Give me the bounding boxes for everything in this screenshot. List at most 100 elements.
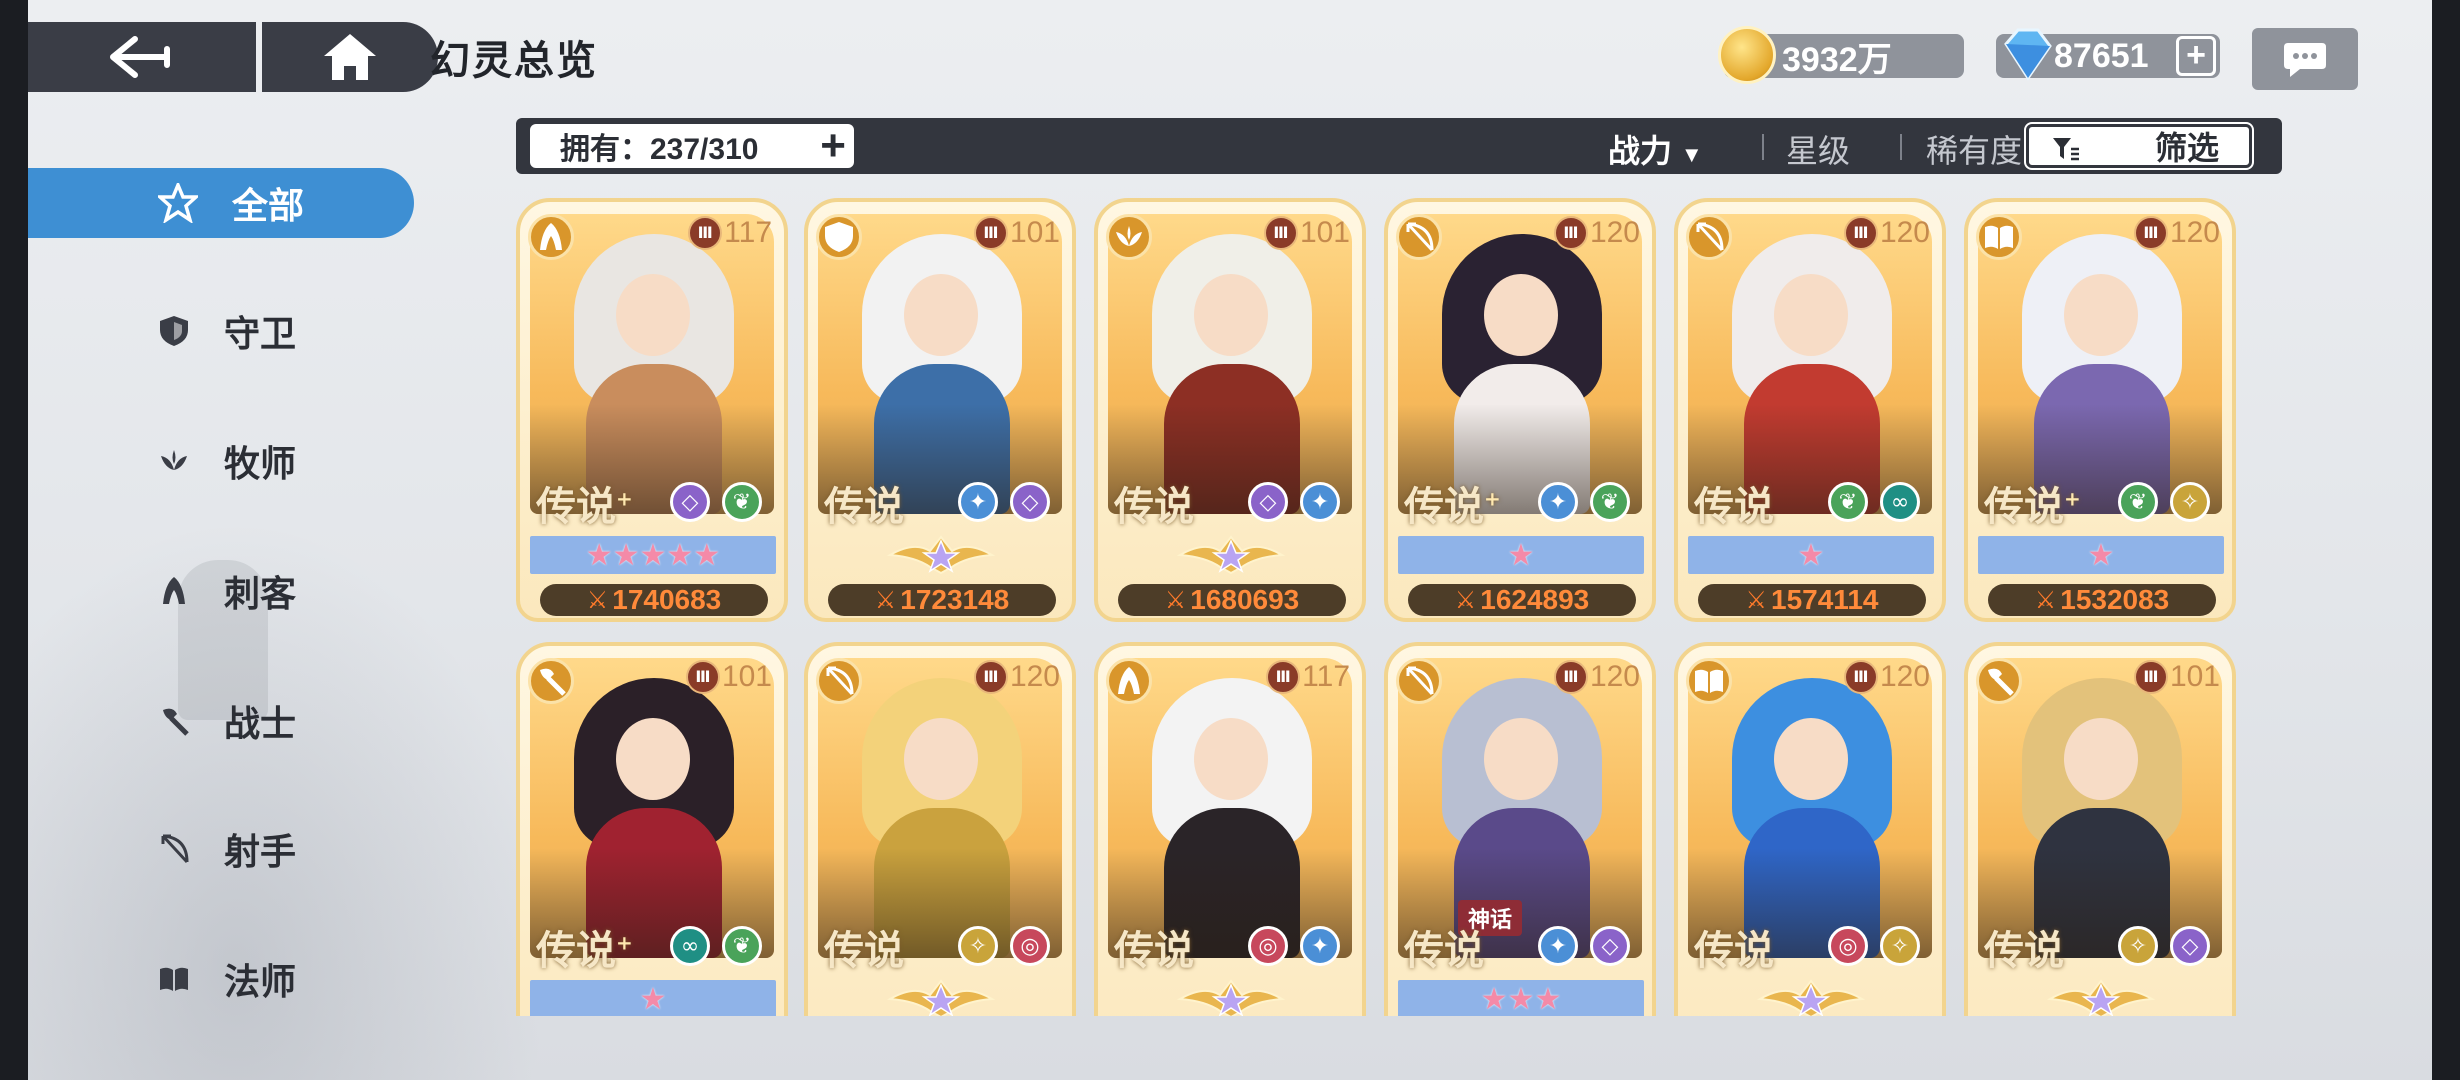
character-card[interactable]: Ⅲ 101 传说 ◇ ✦ ⚔ 1680693 (1094, 198, 1366, 622)
character-portrait (1978, 214, 2222, 514)
gold-counter[interactable]: 3932万 (1718, 26, 1964, 84)
power-number: 1624893 (1480, 584, 1590, 615)
star-rating: ★★★ (1398, 980, 1644, 1016)
star-rating: ★ (1688, 536, 1934, 574)
tier-icon: Ⅲ (1553, 660, 1588, 694)
rarity-plus: + (1484, 486, 1501, 511)
character-card[interactable]: Ⅲ 101 传说 ✦ ◇ ⚔ 1723148 (804, 198, 1076, 622)
stars: ★★★★★ (585, 538, 721, 572)
wing-icon: ✧ (1880, 926, 1920, 966)
portrait-face (904, 274, 978, 356)
portrait-face (1774, 718, 1848, 800)
character-portrait (530, 214, 774, 514)
level-indicator: Ⅲ 101 (1263, 216, 1350, 250)
character-card[interactable]: Ⅲ 101 传说 ✧ ◇ (1964, 642, 2236, 1016)
axe-icon (1976, 658, 2022, 704)
nature-icon: ❦ (1590, 482, 1630, 522)
sidebar-item-6[interactable]: 法师 (28, 944, 414, 1014)
owned-count-text: 拥有：237/310 (560, 133, 759, 166)
tier-icon: Ⅲ (1843, 660, 1878, 694)
home-button[interactable] (262, 22, 438, 92)
void-icon: ◇ (1010, 482, 1050, 522)
character-card[interactable]: Ⅲ 117 传说+ ◇ ❦ ★★★★★ ⚔ 1740683 (516, 198, 788, 622)
character-portrait (1108, 658, 1352, 958)
bow-icon (1396, 214, 1442, 260)
rarity-text: 传说 (1404, 483, 1484, 530)
power-value: ⚔ 1723148 (828, 584, 1056, 616)
gem-value: 87651 (2054, 36, 2149, 75)
stars: ★ (1507, 538, 1535, 572)
divider (1900, 134, 1902, 160)
sidebar-item-5[interactable]: 射手 (28, 814, 414, 884)
rarity-text: 传说 (1694, 483, 1774, 530)
assassin-icon (1106, 658, 1152, 704)
filter-button[interactable]: 筛选 (2026, 124, 2252, 168)
bow-icon (816, 658, 862, 704)
sort-rarity-tab[interactable]: 稀有度 (1926, 126, 2022, 172)
stars: ★ (2087, 538, 2115, 572)
star-crest (1108, 535, 1354, 575)
back-button[interactable] (28, 22, 256, 92)
sidebar-item-4[interactable]: 战士 (28, 686, 414, 756)
character-grid: Ⅲ 117 传说+ ◇ ❦ ★★★★★ ⚔ 1740683 Ⅲ 101 传说 ✦ ◇ ⚔ 1723148 Ⅲ 1… (516, 196, 2296, 1016)
void-icon: ◇ (1590, 926, 1630, 966)
rarity-label: 传说 (1114, 474, 1194, 532)
portrait-face (2064, 718, 2138, 800)
sort-power-tab[interactable]: 战力 ▼ (1608, 126, 1703, 172)
character-card[interactable]: Ⅲ 120 传说 ❦ ∞ ★ ⚔ 1574114 (1674, 198, 1946, 622)
character-card[interactable]: Ⅲ 117 传说 ◎ ✦ (1094, 642, 1366, 1016)
rarity-label: 传说 (1114, 918, 1194, 976)
tier-icon: Ⅲ (973, 660, 1008, 694)
level-value: 120 (1009, 660, 1060, 693)
rarity-text: 传说 (1114, 927, 1194, 974)
rarity-plus: + (616, 930, 633, 955)
sidebar-item-2[interactable]: 牧师 (28, 426, 414, 496)
character-portrait (1688, 214, 1932, 514)
sort-star-tab[interactable]: 星级 (1786, 126, 1850, 172)
character-card[interactable]: Ⅲ 120 传说 ✧ ◎ (804, 642, 1076, 1016)
character-card[interactable]: Ⅲ 101 传说+ ∞ ❦ ★ (516, 642, 788, 1016)
chat-button[interactable] (2252, 28, 2358, 90)
swirl-icon: ◎ (1010, 926, 1050, 966)
rarity-text: 传说 (824, 927, 904, 974)
gold-value: 3932万 (1782, 40, 1892, 79)
rarity-label: 传说+ (536, 918, 633, 976)
rarity-text: 传说 (536, 483, 616, 530)
character-card[interactable]: Ⅲ 120 神话 传说 ✦ ◇ ★★★ (1384, 642, 1656, 1016)
character-card[interactable]: Ⅲ 120 传说 ◎ ✧ (1674, 642, 1946, 1016)
owned-count[interactable]: 拥有：237/310 + (530, 124, 854, 168)
sidebar-item-0[interactable]: 全部 (28, 168, 414, 238)
swords-icon: ⚔ (1164, 586, 1187, 614)
rarity-text: 传说 (1984, 927, 2064, 974)
crest-icon (886, 535, 996, 575)
swords-icon: ⚔ (586, 586, 609, 614)
expand-roster-button[interactable]: + (820, 124, 846, 168)
back-arrow-icon (110, 36, 170, 78)
ice-icon: ✦ (1538, 482, 1578, 522)
character-card[interactable]: Ⅲ 120 传说+ ✦ ❦ ★ ⚔ 1624893 (1384, 198, 1656, 622)
add-gems-button[interactable]: + (2176, 36, 2216, 76)
level-value: 120 (1589, 216, 1640, 249)
swirl-icon: ◎ (1828, 926, 1868, 966)
axe-icon (528, 658, 574, 704)
level-indicator: Ⅲ 120 (1843, 216, 1930, 250)
power-number: 1680693 (1190, 584, 1300, 615)
nature-icon: ❦ (722, 926, 762, 966)
filter-icon (2053, 138, 2079, 161)
bow-icon (1686, 214, 1732, 260)
nature-icon: ❦ (1828, 482, 1868, 522)
crest-icon (886, 979, 996, 1016)
rarity-label: 传说+ (1984, 474, 2081, 532)
level-indicator: Ⅲ 101 (2133, 660, 2220, 694)
portrait-face (1774, 274, 1848, 356)
level-indicator: Ⅲ 117 (688, 216, 772, 250)
sidebar-item-label: 刺客 (224, 573, 297, 614)
character-card[interactable]: Ⅲ 120 传说+ ❦ ✧ ★ ⚔ 1532083 (1964, 198, 2236, 622)
portrait-face (904, 718, 978, 800)
sidebar-item-1[interactable]: 守卫 (28, 296, 414, 366)
bow-icon (1396, 658, 1442, 704)
level-value: 120 (1589, 660, 1640, 693)
sidebar-item-label: 法师 (224, 961, 297, 1002)
sidebar-item-3[interactable]: 刺客 (28, 556, 414, 626)
rarity-label: 传说 (1404, 918, 1484, 976)
